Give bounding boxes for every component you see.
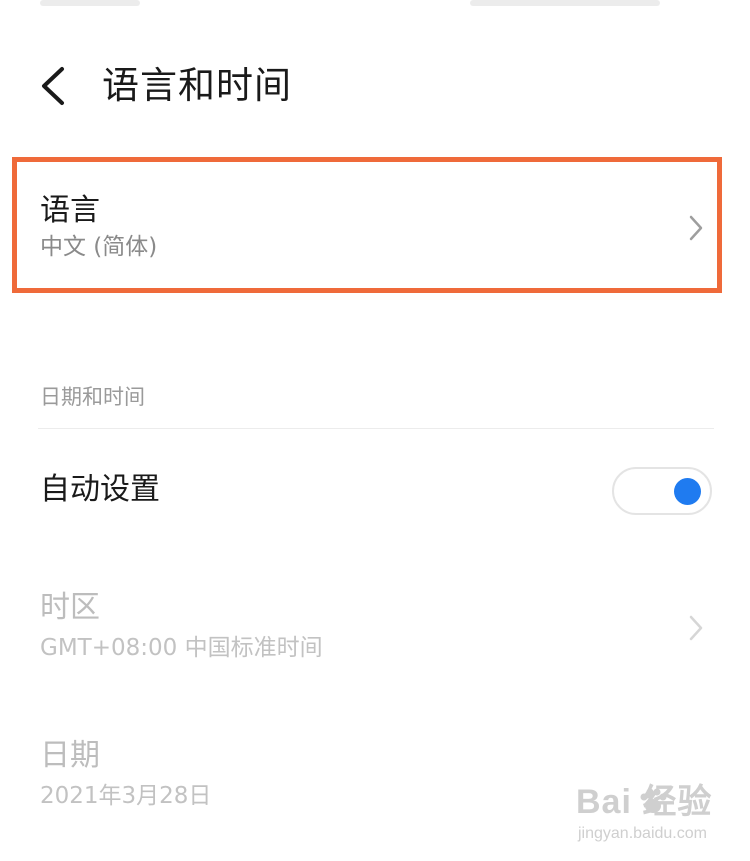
watermark: Bai 经验 jingyan.baidu.com [576, 782, 726, 848]
chevron-left-icon [42, 67, 64, 105]
language-value: 中文 (简体) [40, 234, 158, 260]
chevron-right-icon [689, 215, 703, 241]
timezone-value: GMT+08:00 中国标准时间 [40, 635, 323, 661]
timezone-row[interactable]: 时区 GMT+08:00 中国标准时间 [0, 590, 750, 670]
back-button[interactable] [28, 62, 76, 110]
watermark-url: jingyan.baidu.com [578, 825, 707, 842]
paw-icon [640, 788, 667, 813]
date-value: 2021年3月28日 [40, 783, 212, 809]
auto-set-label: 自动设置 [40, 472, 160, 507]
auto-set-row: 自动设置 [0, 460, 750, 522]
toggle-knob [674, 478, 701, 505]
auto-set-toggle[interactable] [612, 467, 712, 515]
header: 语言和时间 [0, 50, 750, 122]
language-row[interactable]: 语言 中文 (简体) [0, 183, 750, 283]
divider [38, 428, 714, 429]
chevron-right-icon [689, 615, 703, 641]
status-bar-right [470, 0, 660, 6]
status-bar-left [40, 0, 140, 6]
timezone-title: 时区 [40, 590, 100, 625]
section-label-date-time: 日期和时间 [40, 385, 145, 409]
page-title: 语言和时间 [102, 64, 292, 107]
language-title: 语言 [40, 193, 100, 228]
date-title: 日期 [40, 738, 100, 773]
